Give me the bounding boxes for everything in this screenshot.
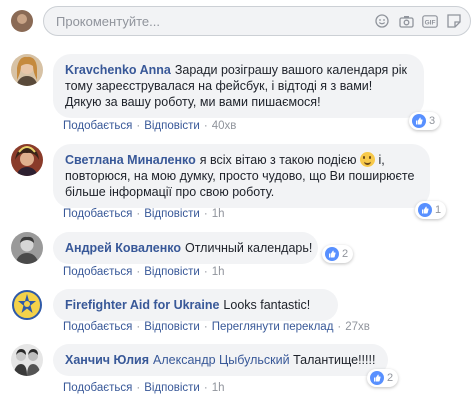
comment-input[interactable] [56, 13, 374, 29]
smile-emoji-icon [359, 152, 375, 167]
comment-actions: Подобається · Відповісти · 1h [63, 266, 225, 278]
avatar[interactable] [11, 289, 43, 321]
svg-text:GIF: GIF [425, 19, 436, 26]
comment-bubble: Ханчич Юлия Александр Цыбульский Талантищ… [53, 344, 388, 376]
comment-time[interactable]: 27хв [345, 321, 370, 333]
avatar[interactable] [11, 144, 43, 176]
avatar[interactable] [11, 344, 43, 376]
comment-actions: Подобається · Відповісти · 1h [63, 382, 225, 394]
comment: Firefighter Aid for Ukraine Looks fantast… [11, 289, 471, 339]
comment-input-wrapper[interactable]: GIF [43, 6, 471, 36]
comment: Ханчич Юлия Александр Цыбульский Талантищ… [11, 344, 471, 402]
comment-time[interactable]: 1h [212, 266, 225, 278]
separator: · [203, 382, 208, 394]
separator: · [203, 208, 208, 220]
like-link[interactable]: Подобається [63, 208, 132, 220]
camera-icon[interactable] [398, 13, 414, 29]
tagged-user[interactable]: Александр Цыбульский [153, 353, 290, 367]
comment: Kravchenko Anna Заради розіграшу вашого к… [11, 54, 471, 134]
comment-author[interactable]: Firefighter Aid for Ukraine [65, 298, 219, 312]
avatar[interactable] [11, 54, 43, 86]
comment-author[interactable]: Kravchenko Anna [65, 63, 171, 77]
comment-time[interactable]: 40хв [212, 120, 237, 132]
separator: · [136, 266, 141, 278]
comment-actions: Подобається · Відповісти · Переглянути перек… [63, 321, 370, 333]
comment-text: Looks fantastic! [223, 298, 311, 312]
separator: · [136, 120, 141, 132]
comment-text: Талантище!!!!! [293, 353, 376, 367]
reply-link[interactable]: Відповісти [144, 321, 200, 333]
like-reaction-icon [370, 371, 384, 385]
reaction-number: 2 [342, 248, 349, 260]
comment-actions: Подобається · Відповісти · 1h [63, 208, 225, 220]
separator: · [337, 321, 342, 333]
separator: · [203, 321, 208, 333]
comment: Андрей Коваленко Отличный календарь! 2 По… [11, 232, 471, 282]
comment-bubble: Firefighter Aid for Ukraine Looks fantast… [53, 289, 338, 321]
emoji-icon[interactable] [374, 13, 390, 29]
comment-time[interactable]: 1h [212, 382, 225, 394]
comment-bubble: Светлана Миналенко я всіх вітаю з такою п… [53, 144, 430, 208]
gif-icon[interactable]: GIF [422, 13, 438, 29]
comment-composer: GIF [11, 6, 471, 36]
reaction-number: 2 [387, 372, 394, 384]
comment-text: я всіх вітаю з такою подією [199, 153, 357, 167]
composer-tools: GIF [374, 13, 462, 29]
like-link[interactable]: Подобається [63, 321, 132, 333]
reaction-count[interactable]: 1 [415, 201, 447, 219]
sticker-icon[interactable] [446, 13, 462, 29]
reaction-number: 1 [435, 204, 442, 216]
comment: Светлана Миналенко я всіх вітаю з такою п… [11, 144, 471, 224]
comment-text: Отличный календарь! [185, 241, 313, 255]
reaction-count[interactable]: 3 [409, 112, 441, 130]
separator: · [203, 266, 208, 278]
reaction-count[interactable]: 2 [367, 369, 399, 387]
reaction-number: 3 [429, 115, 436, 127]
like-reaction-icon [418, 203, 432, 217]
separator: · [136, 382, 141, 394]
comment-author[interactable]: Ханчич Юлия [65, 353, 149, 367]
comment-actions: Подобається · Відповісти · 40хв [63, 120, 236, 132]
reply-link[interactable]: Відповісти [144, 120, 200, 132]
reaction-count[interactable]: 2 [322, 245, 354, 263]
separator: · [136, 208, 141, 220]
like-reaction-icon [325, 247, 339, 261]
like-reaction-icon [412, 114, 426, 128]
reply-link[interactable]: Відповісти [144, 208, 200, 220]
like-link[interactable]: Подобається [63, 120, 132, 132]
avatar[interactable] [11, 232, 43, 264]
comment-bubble: Kravchenko Anna Заради розіграшу вашого к… [53, 54, 424, 118]
like-link[interactable]: Подобається [63, 266, 132, 278]
separator: · [203, 120, 208, 132]
comment-author[interactable]: Светлана Миналенко [65, 153, 196, 167]
comment-author[interactable]: Андрей Коваленко [65, 241, 181, 255]
current-user-avatar [11, 10, 33, 32]
comment-time[interactable]: 1h [212, 208, 225, 220]
translate-link[interactable]: Переглянути переклад [212, 321, 334, 333]
separator: · [136, 321, 141, 333]
like-link[interactable]: Подобається [63, 382, 132, 394]
reply-link[interactable]: Відповісти [144, 382, 200, 394]
reply-link[interactable]: Відповісти [144, 266, 200, 278]
comment-bubble: Андрей Коваленко Отличный календарь! [53, 232, 318, 264]
